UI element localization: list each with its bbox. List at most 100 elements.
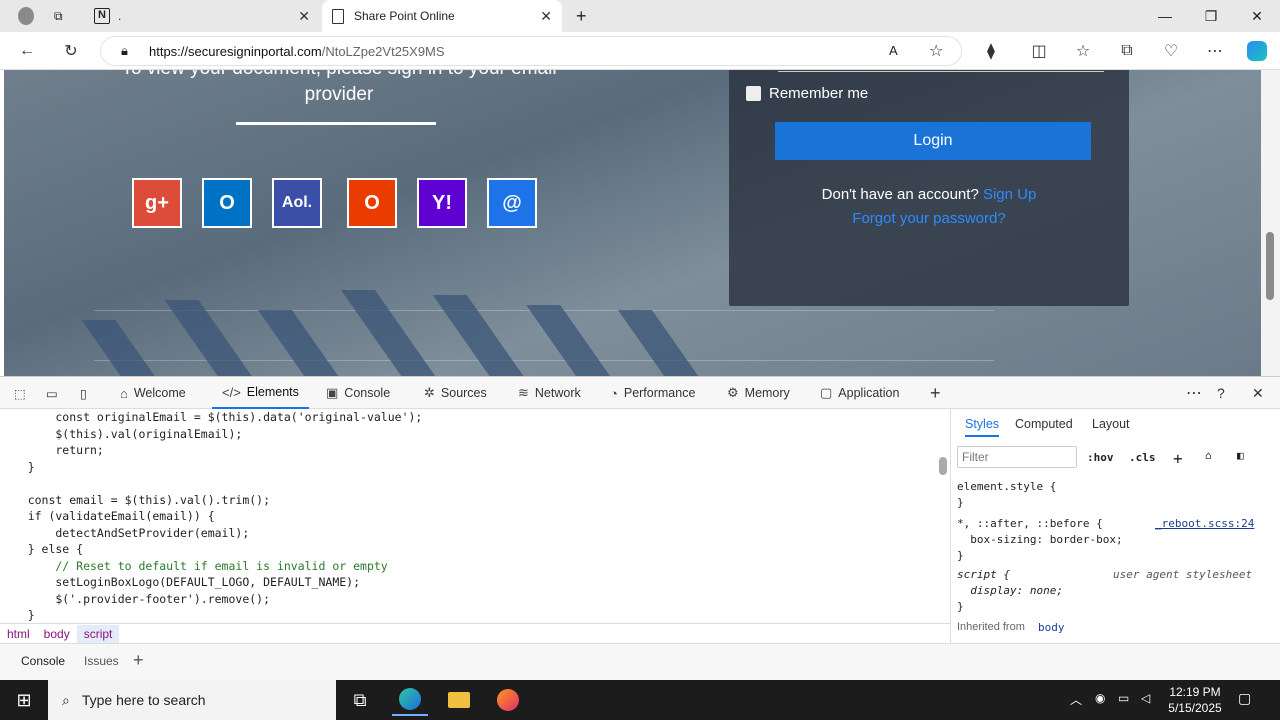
maximize-button[interactable]: ❐ [1188, 0, 1234, 32]
tab-console[interactable]: ▣ Console [326, 377, 390, 409]
close-devtools-icon[interactable]: ✕ [1252, 377, 1264, 409]
cls-toggle[interactable]: .cls [1129, 451, 1156, 464]
address-toolbar: ← ↻ 🔒︎ https://securesigninportal.com/Nt… [0, 32, 1280, 70]
reboot-scss-link[interactable]: _reboot.scss:24 [1155, 517, 1254, 530]
other-mail-icon[interactable]: @ [487, 178, 537, 228]
close-tab-icon[interactable]: ✕ [540, 8, 552, 25]
favorites-button[interactable]: ☆ [1068, 36, 1098, 66]
devtools-toolbar: ⬚ ▭ ▯ ⌂ Welcome </> Elements ▣ Console ✲ Sou… [0, 377, 1280, 409]
tab-sources[interactable]: ✲ Sources [424, 377, 487, 409]
code-scrollbar[interactable] [935, 409, 950, 623]
close-window-button[interactable]: ✕ [1234, 0, 1280, 32]
login-button[interactable]: Login [775, 122, 1091, 160]
sign-up-link[interactable]: Sign Up [983, 186, 1036, 203]
profile-avatar[interactable] [8, 0, 44, 32]
meet-now-icon[interactable]: ◉ [1095, 691, 1105, 705]
drawer-tab-console[interactable]: Console [21, 654, 65, 668]
tab-performance[interactable]: ◔ Performance [610, 377, 695, 409]
tab-layout[interactable]: Layout [1092, 417, 1130, 431]
office-icon[interactable]: O [347, 178, 397, 228]
close-tab-icon[interactable]: ✕ [298, 8, 310, 25]
chevron-up-icon[interactable]: ︿ [1070, 691, 1082, 708]
device-toolbar-icon[interactable]: ▭ [46, 377, 58, 409]
page-scrollbar[interactable] [1261, 70, 1280, 376]
task-view-button[interactable]: ⧉ [342, 684, 378, 716]
outlook-icon[interactable]: O [202, 178, 252, 228]
provider-label: O [219, 191, 235, 214]
help-icon[interactable]: ? [1217, 377, 1225, 409]
performance-button[interactable]: ♡ [1156, 36, 1186, 66]
start-button[interactable]: ⊞ [6, 684, 42, 716]
yahoo-icon[interactable]: Y! [417, 178, 467, 228]
code-line: setLoginBoxLogo(DEFAULT_LOGO, DEFAULT_NA… [0, 575, 361, 589]
more-tools-plus-icon[interactable]: + [930, 377, 941, 409]
toggle-sidebar-icon[interactable]: ◧ [1237, 449, 1244, 462]
inherited-label: Inherited from [957, 621, 1025, 633]
tab-application[interactable]: ▢ Application [820, 377, 899, 409]
drawer-add-icon[interactable]: + [133, 650, 144, 671]
tab-computed[interactable]: Computed [1015, 417, 1073, 431]
code-line: if (validateEmail(email)) { [0, 509, 215, 523]
taskbar-search[interactable]: ⌕ Type here to search [48, 680, 336, 720]
drawer-tab-issues[interactable]: Issues [84, 654, 119, 668]
aol-icon[interactable]: Aol. [272, 178, 322, 228]
forgot-password-link[interactable]: Forgot your password? [729, 210, 1129, 227]
code-line: } [0, 608, 35, 622]
close-icon: ✕ [1251, 7, 1263, 24]
tab-2[interactable]: Share Point Online ✕ [322, 0, 562, 32]
tab-styles[interactable]: Styles [965, 417, 1000, 437]
tab-welcome[interactable]: ⌂ Welcome [120, 377, 186, 409]
console-icon: ▣ [326, 385, 339, 400]
breadcrumb-script[interactable]: script [76, 624, 120, 643]
system-clock[interactable]: 12:19 PM 5/15/2025 [1162, 684, 1228, 716]
google-plus-icon[interactable]: g+ [132, 178, 182, 228]
settings-menu-button[interactable]: ⋯ [1200, 36, 1230, 66]
read-aloud-icon[interactable]: A [889, 43, 898, 58]
edge-taskbar-button[interactable] [392, 684, 428, 716]
tab-network[interactable]: ≋ Network [518, 377, 581, 409]
styles-filter-input[interactable]: Filter [957, 446, 1077, 468]
breadcrumb-html[interactable]: html [0, 625, 37, 643]
scrollbar-thumb[interactable] [939, 457, 947, 475]
dom-source-view[interactable]: const originalEmail = $(this).data('orig… [0, 409, 950, 623]
code-icon: </> [222, 384, 241, 400]
copilot-button[interactable] [1242, 36, 1272, 66]
paint-brush-icon[interactable]: ⌂ [1205, 449, 1212, 462]
refresh-button[interactable]: ↻ [56, 36, 86, 66]
new-rule-plus-icon[interactable]: + [1173, 449, 1183, 468]
collections-button[interactable]: ⧉ [1112, 36, 1142, 66]
scrollbar-thumb[interactable] [1266, 232, 1274, 300]
remember-checkbox[interactable] [746, 86, 761, 101]
network-icon[interactable]: ▭ [1118, 691, 1129, 705]
dock-side-icon[interactable]: ▯ [80, 377, 87, 409]
remember-me[interactable]: Remember me [746, 85, 868, 102]
minimize-button[interactable]: — [1142, 0, 1188, 32]
login-panel: Remember me Login Don't have an account?… [729, 70, 1129, 306]
puzzle-icon: ⧫ [987, 43, 995, 60]
volume-icon[interactable]: ◁ [1141, 691, 1150, 705]
clock-time: 12:19 PM [1169, 685, 1221, 699]
email-field[interactable] [778, 70, 1104, 72]
tab-actions-button[interactable]: ⧉ [44, 0, 74, 32]
notifications-icon[interactable]: ▢ [1238, 690, 1251, 707]
back-button[interactable]: ← [12, 36, 42, 66]
heading-line-2: provider [304, 84, 374, 105]
breadcrumb-body[interactable]: body [37, 625, 77, 643]
gauge-icon: ◔ [610, 385, 618, 401]
new-tab-button[interactable]: + [566, 0, 594, 32]
tab-memory[interactable]: ⚙ Memory [727, 377, 790, 409]
code-line: } [0, 459, 35, 474]
firefox-button[interactable] [490, 684, 526, 716]
inspect-element-icon[interactable]: ⬚ [14, 377, 26, 409]
file-explorer-button[interactable] [441, 684, 477, 716]
tab-1[interactable]: N . ✕ [84, 0, 320, 32]
split-screen-button[interactable]: ◫ [1024, 36, 1054, 66]
address-bar[interactable]: 🔒︎ https://securesigninportal.com/NtoLZp… [100, 36, 962, 66]
extensions-button[interactable]: ⧫ [976, 36, 1006, 66]
devtools-menu-icon[interactable]: ⋯ [1186, 377, 1202, 409]
inherited-from-link[interactable]: body [1038, 621, 1065, 634]
favorite-star-icon[interactable]: ☆ [929, 41, 943, 61]
collections-icon: ⧉ [1121, 42, 1133, 59]
tab-elements[interactable]: </> Elements [212, 377, 309, 409]
hov-toggle[interactable]: :hov [1087, 451, 1114, 464]
